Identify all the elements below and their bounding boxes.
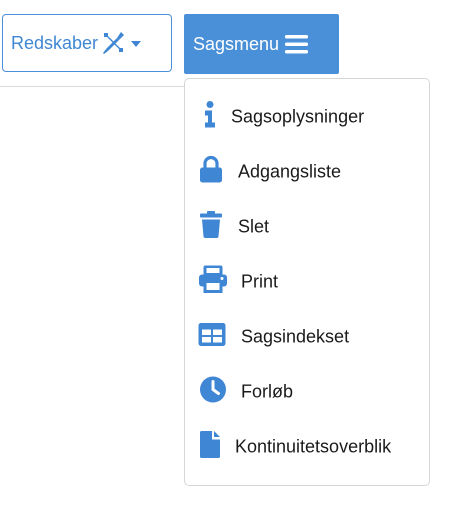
clock-icon xyxy=(199,376,227,409)
toolbar-divider xyxy=(0,86,184,87)
case-menu-button[interactable]: Sagsmenu xyxy=(184,14,339,74)
menu-item-label: Kontinuitetsoverblik xyxy=(235,436,392,457)
menu-item-label: Adgangsliste xyxy=(238,161,342,182)
menu-item-label: Sagsoplysninger xyxy=(231,106,365,127)
lock-icon xyxy=(199,155,223,189)
trash-icon xyxy=(199,211,223,244)
menu-item-access-list[interactable]: Adgangsliste xyxy=(185,152,429,192)
menu-item-continuity-overview[interactable]: Kontinuitetsoverblik xyxy=(185,427,429,467)
print-icon xyxy=(198,265,228,299)
bars-icon xyxy=(284,33,310,55)
menu-item-delete[interactable]: Slet xyxy=(185,207,429,247)
page: Redskaber Sagsmenu Sagsoplysninger Adgan… xyxy=(0,0,452,520)
tools-icon xyxy=(99,29,127,57)
tools-dropdown-button[interactable]: Redskaber xyxy=(2,14,172,72)
menu-item-timeline[interactable]: Forløb xyxy=(185,372,429,412)
file-icon xyxy=(199,431,221,464)
menu-item-print[interactable]: Print xyxy=(185,262,429,302)
tools-button-label: Redskaber xyxy=(11,32,99,53)
case-menu-button-label: Sagsmenu xyxy=(193,33,280,54)
chevron-down-icon xyxy=(131,41,142,47)
menu-item-label: Sagsindekset xyxy=(241,326,350,347)
info-icon xyxy=(204,101,216,134)
menu-item-case-info[interactable]: Sagsoplysninger xyxy=(185,97,429,137)
case-menu-dropdown: Sagsoplysninger Adgangsliste Slet Print … xyxy=(184,78,430,486)
menu-item-case-index[interactable]: Sagsindekset xyxy=(185,317,429,357)
table-icon xyxy=(198,323,226,352)
menu-item-label: Forløb xyxy=(241,381,294,402)
menu-item-label: Print xyxy=(241,271,279,292)
menu-item-label: Slet xyxy=(238,216,270,237)
